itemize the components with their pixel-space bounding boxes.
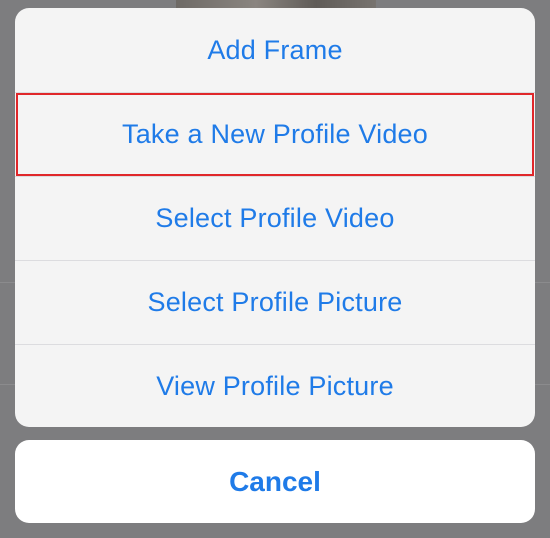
cancel-button[interactable]: Cancel — [15, 440, 535, 523]
view-profile-picture-button[interactable]: View Profile Picture — [15, 345, 535, 427]
action-sheet: Add Frame Take a New Profile Video Selec… — [15, 8, 535, 427]
select-profile-video-button[interactable]: Select Profile Video — [15, 177, 535, 260]
take-new-profile-video-button[interactable]: Take a New Profile Video — [15, 93, 535, 176]
select-profile-picture-button[interactable]: Select Profile Picture — [15, 261, 535, 344]
add-frame-button[interactable]: Add Frame — [15, 8, 535, 92]
